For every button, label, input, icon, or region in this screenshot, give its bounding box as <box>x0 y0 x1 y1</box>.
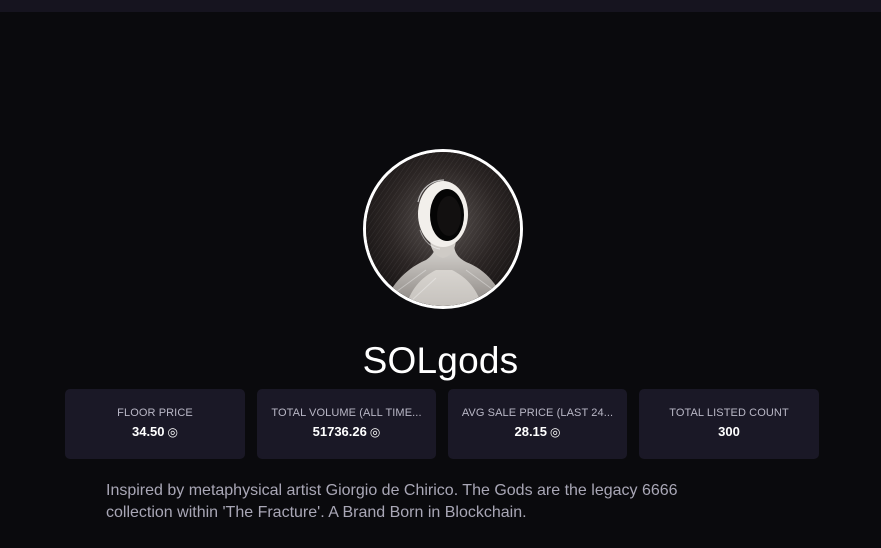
stat-card-floor-price: FLOOR PRICE 34.50 ◎ <box>65 389 245 459</box>
collection-title: SOLgods <box>362 340 519 381</box>
stat-value: 28.15 ◎ <box>460 424 615 439</box>
top-bar <box>0 0 881 12</box>
stat-value: 300 <box>651 424 807 439</box>
faceless-figure-image <box>366 152 520 306</box>
stat-value: 34.50 ◎ <box>77 424 233 439</box>
stat-label: TOTAL VOLUME (ALL TIME... <box>271 407 422 419</box>
stat-card-avg-sale-price: AVG SALE PRICE (LAST 24... 28.15 ◎ <box>448 389 627 459</box>
stat-card-total-listed: TOTAL LISTED COUNT 300 <box>639 389 819 459</box>
stat-label: AVG SALE PRICE (LAST 24... <box>461 407 614 419</box>
stat-value: 51736.26 ◎ <box>269 424 424 439</box>
sol-currency-icon: ◎ <box>167 425 179 439</box>
stat-label: FLOOR PRICE <box>117 407 193 419</box>
stat-number: 51736.26 <box>312 424 367 439</box>
stat-card-total-volume: TOTAL VOLUME (ALL TIME... 51736.26 ◎ <box>257 389 436 459</box>
stat-number: 34.50 <box>131 424 165 439</box>
stat-label: TOTAL LISTED COUNT <box>669 407 789 419</box>
sol-currency-icon: ◎ <box>550 425 561 439</box>
collection-avatar <box>363 149 523 309</box>
sol-currency-icon: ◎ <box>369 425 381 439</box>
stat-number: 28.15 <box>514 424 548 439</box>
stat-number: 300 <box>718 424 740 439</box>
stats-row: FLOOR PRICE 34.50 ◎ TOTAL VOLUME (ALL TIM… <box>65 389 819 459</box>
collection-description: Inspired by metaphysical artist Giorgio … <box>106 482 678 521</box>
